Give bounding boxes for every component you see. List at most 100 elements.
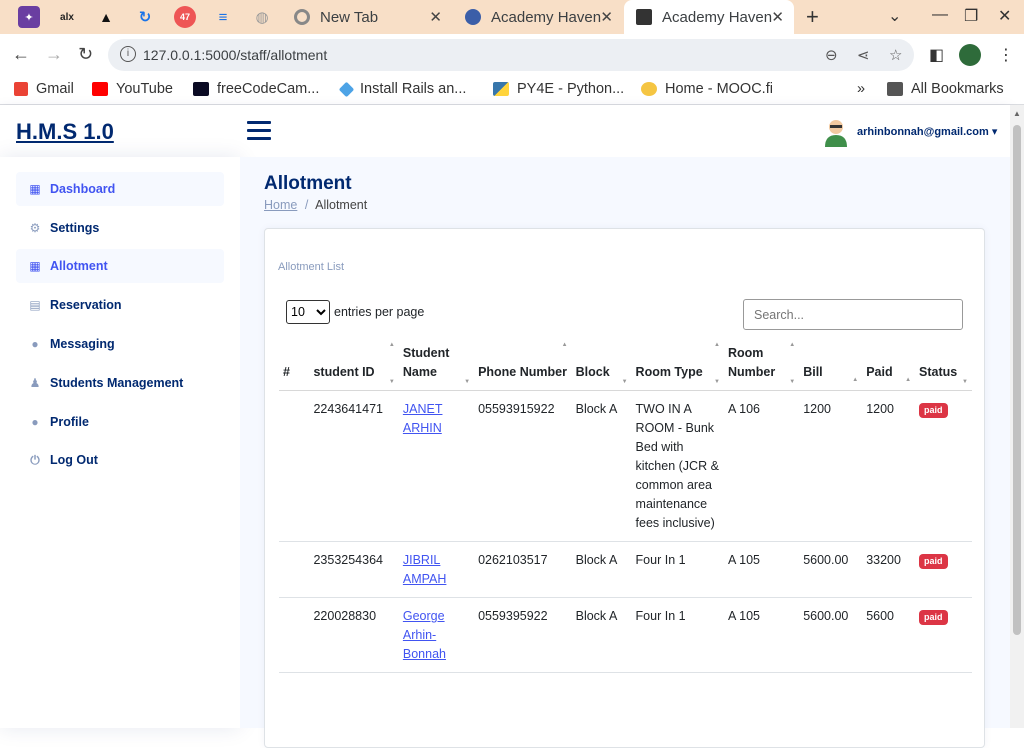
student-name-cell: JANET ARHIN — [398, 390, 475, 542]
sidebar-item-logout[interactable]: ⏻ Log Out — [16, 443, 224, 477]
bookmark-star-icon[interactable]: ☆ — [889, 46, 902, 64]
paid-cell: 33200 — [862, 541, 916, 598]
badge-count: 47 — [179, 12, 190, 22]
sidebar-item-reservation[interactable]: ▤ Reservation — [16, 288, 224, 322]
share-icon[interactable]: ⋖ — [857, 46, 870, 64]
close-icon[interactable]: ✕ — [429, 8, 442, 26]
student-name-cell: JIBRIL AMPAH — [398, 541, 475, 598]
profile-avatar-icon[interactable] — [959, 44, 981, 66]
column-header-student-id[interactable]: student ID ▲ ▼ — [309, 338, 399, 391]
tab-new-tab[interactable]: New Tab ✕ — [282, 0, 452, 34]
side-panel-icon[interactable]: ◧ — [929, 45, 944, 65]
bookmark-install-rails[interactable]: Install Rails an... — [338, 81, 466, 97]
breadcrumb-current: Allotment — [315, 198, 368, 212]
sort-asc-icon: ▲ — [388, 342, 395, 348]
sidebar-item-allotment[interactable]: ▦ Allotment — [16, 249, 224, 283]
user-dropdown[interactable]: arhinbonnah@gmail.com ▾ — [857, 125, 997, 138]
status-badge: paid — [919, 554, 948, 569]
tab-academy-haven-active[interactable]: Academy Haven ✕ — [624, 0, 794, 34]
student-name-link[interactable]: JANET ARHIN — [403, 402, 443, 435]
column-header-room-number[interactable]: Room Number ▲ ▼ — [724, 338, 800, 391]
row-number — [279, 597, 310, 673]
sort-asc-icon: ▲ — [714, 342, 720, 348]
menu-kebab-icon[interactable]: ⋮ — [998, 45, 1014, 65]
python-icon — [493, 82, 509, 96]
student-name-link[interactable]: JIBRIL AMPAH — [403, 553, 447, 586]
minimize-icon[interactable]: — — [932, 6, 948, 24]
scroll-up-icon[interactable]: ▲ — [1013, 109, 1021, 118]
bill-cell: 1200 — [799, 390, 863, 542]
column-header-student-name[interactable]: Student Name ▼ — [398, 338, 475, 391]
column-header-bill[interactable]: Bill ▲ — [799, 338, 863, 391]
zoom-icon[interactable]: ⊖ — [825, 46, 838, 64]
search-input[interactable] — [743, 299, 963, 330]
sidebar-item-dashboard[interactable]: ▦ Dashboard — [16, 172, 224, 206]
column-header-number[interactable]: # — [279, 338, 310, 391]
bookmark-gmail[interactable]: Gmail — [14, 81, 74, 97]
bookmark-youtube[interactable]: YouTube — [92, 81, 173, 97]
table-header-row: # student ID ▲ ▼ Student Name ▼ Phone Numbe… — [279, 338, 972, 391]
close-icon[interactable]: ✕ — [771, 8, 784, 26]
student-id-cell: 2243641471 — [309, 390, 399, 542]
column-header-room-type[interactable]: Room Type ▲ ▼ — [631, 338, 724, 391]
close-icon[interactable]: ✕ — [600, 8, 613, 26]
all-bookmarks[interactable]: All Bookmarks — [887, 81, 1004, 97]
alx-tab-icon[interactable]: alx — [56, 6, 78, 28]
forward-icon[interactable]: → — [45, 44, 63, 65]
bookmark-mooc[interactable]: Home - MOOC.fi — [641, 81, 773, 97]
bookmark-freecodecamp[interactable]: freeCodeCam... — [193, 81, 319, 97]
block-cell: Block A — [571, 597, 632, 673]
pinned-tab-icon[interactable]: ✦ — [18, 6, 40, 28]
sidebar-item-students-management[interactable]: ♟ Students Management — [16, 366, 224, 400]
triangle-tab-icon[interactable]: ▲ — [95, 6, 117, 28]
folder-icon — [887, 82, 903, 96]
per-page-label: entries per page — [334, 305, 425, 319]
url-text[interactable]: 127.0.0.1:5000/staff/allotment — [143, 47, 327, 63]
back-icon[interactable]: ← — [12, 44, 30, 65]
column-header-paid[interactable]: Paid ▲ — [862, 338, 916, 391]
bookmark-py4e[interactable]: PY4E - Python... — [493, 81, 624, 97]
new-tab-icon[interactable]: + — [806, 4, 819, 30]
site-info-icon[interactable]: i — [120, 46, 136, 62]
column-header-phone-number[interactable]: Phone Number ▲ — [474, 338, 572, 391]
hamburger-menu-icon[interactable] — [247, 121, 271, 141]
refresh-tab-icon[interactable]: ↻ — [134, 6, 156, 28]
bookmarks-overflow-icon[interactable]: » — [857, 81, 865, 97]
row-number — [279, 390, 310, 542]
breadcrumb-home-link[interactable]: Home — [264, 198, 297, 212]
sidebar-item-settings[interactable]: ⚙ Settings — [16, 211, 224, 245]
sidebar-item-messaging[interactable]: ● Messaging — [16, 327, 224, 361]
alx-label: alx — [60, 11, 74, 23]
column-header-block[interactable]: Block ▼ — [571, 338, 632, 391]
page-scrollbar[interactable]: ▲ — [1010, 105, 1024, 728]
app-logo[interactable]: H.M.S 1.0 — [16, 119, 114, 145]
globe-tab-icon[interactable]: ◍ — [251, 6, 273, 28]
per-page-select[interactable]: 10 — [286, 300, 330, 324]
window-close-icon[interactable]: ✕ — [998, 6, 1011, 26]
grid-icon: ▦ — [29, 182, 41, 196]
gmail-icon — [14, 82, 28, 96]
sort-desc-icon: ▼ — [714, 379, 720, 385]
sort-desc-icon: ▼ — [621, 379, 628, 385]
tab-search-icon[interactable]: ⌄ — [888, 6, 901, 26]
restore-icon[interactable]: ❐ — [964, 6, 978, 26]
reload-icon[interactable]: ↻ — [78, 44, 93, 65]
paid-cell: 1200 — [862, 390, 916, 542]
scrollbar-thumb[interactable] — [1013, 125, 1021, 635]
sidebar-item-profile[interactable]: ● Profile — [16, 405, 224, 439]
block-cell: Block A — [571, 541, 632, 598]
address-bar[interactable]: i 127.0.0.1:5000/staff/allotment ⊖ ⋖ ☆ — [108, 39, 914, 71]
header-label: Status — [919, 365, 958, 379]
entries-per-page: 10 entries per page — [286, 300, 424, 324]
user-avatar-icon[interactable] — [822, 117, 850, 147]
docs-tab-icon[interactable]: ≡ — [212, 6, 234, 28]
user-email: arhinbonnah@gmail.com — [857, 126, 989, 138]
header-label: Student Name — [402, 346, 450, 379]
tab-academy-haven[interactable]: Academy Haven ✕ — [453, 0, 623, 34]
column-header-status[interactable]: Status ▼ — [915, 338, 972, 391]
student-name-link[interactable]: George Arhin-Bonnah — [403, 609, 446, 661]
sidebar-item-label: Students Management — [50, 376, 184, 390]
page-title: Allotment — [264, 173, 352, 194]
sort-desc-icon: ▼ — [789, 379, 796, 385]
badge-tab-icon[interactable]: 47 — [174, 6, 196, 28]
